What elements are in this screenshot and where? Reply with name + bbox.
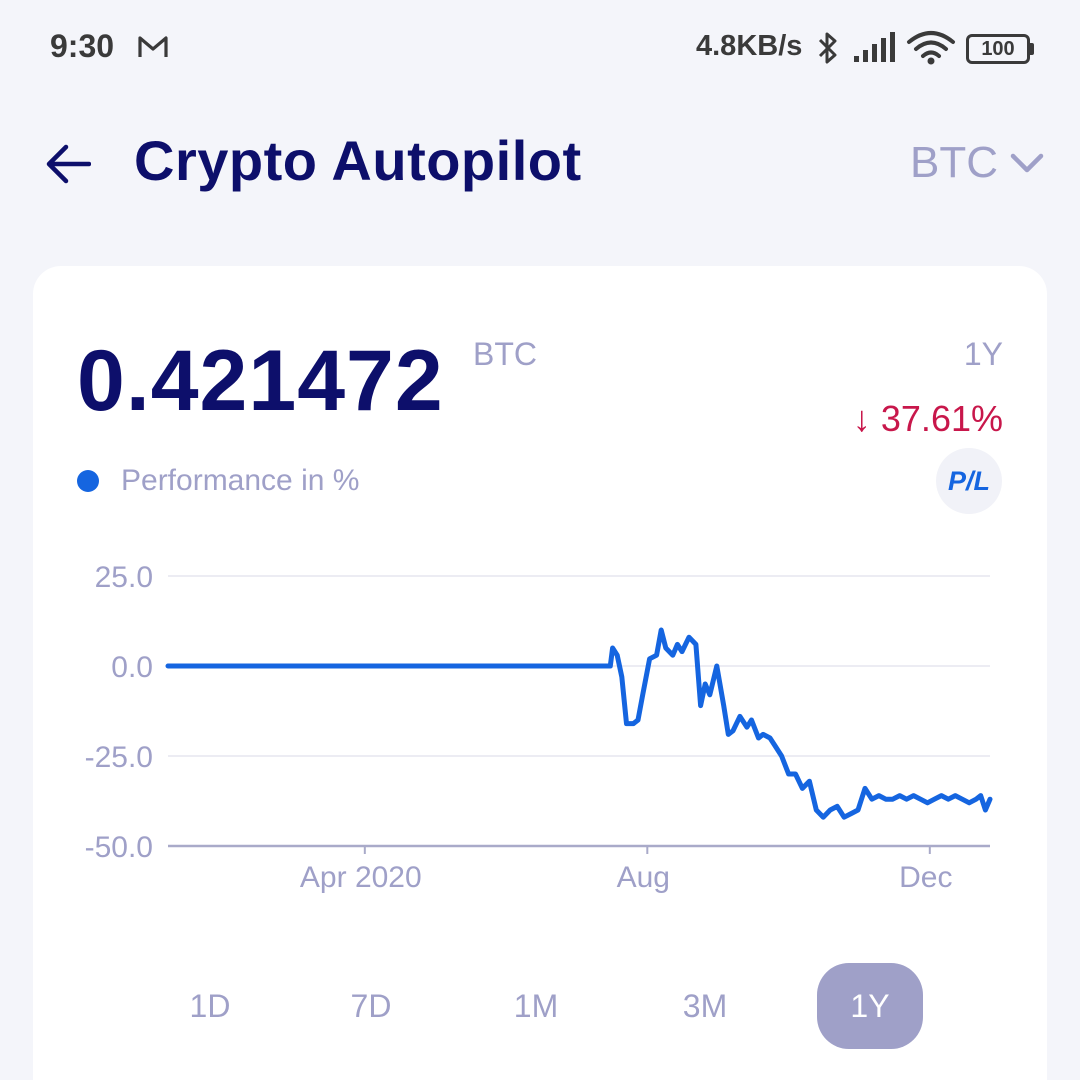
signal-icon (854, 32, 895, 62)
chart-legend: Performance in % (77, 464, 359, 498)
gmail-icon (138, 36, 168, 57)
range-tab-7d[interactable]: 7D (318, 963, 424, 1049)
y-tick-label: 0.0 (111, 651, 153, 684)
x-tick-label: Apr 2020 (300, 861, 422, 894)
currency-dropdown[interactable]: BTC (910, 138, 1044, 188)
chevron-down-icon (1010, 153, 1044, 173)
balance-unit: BTC (473, 336, 537, 372)
network-speed: 4.8KB/s (696, 30, 803, 62)
y-tick-label: -25.0 (85, 741, 153, 774)
back-button[interactable] (40, 136, 96, 192)
bluetooth-icon (818, 32, 837, 64)
status-bar: 9:30 4.8KB/s 100 (0, 0, 1080, 96)
range-tab-1d[interactable]: 1D (157, 963, 263, 1049)
battery-level: 100 (981, 38, 1015, 60)
arrow-left-icon (46, 144, 91, 184)
y-tick-label: -50.0 (85, 831, 153, 864)
wifi-icon (907, 31, 955, 65)
currency-label: BTC (910, 138, 998, 187)
legend-dot (77, 470, 99, 492)
range-tab-1y[interactable]: 1Y (817, 963, 923, 1049)
balance-value: 0.421472 (77, 333, 444, 429)
battery-nub (1030, 43, 1034, 55)
page-title: Crypto Autopilot (134, 129, 582, 192)
range-tab-1m[interactable]: 1M (483, 963, 589, 1049)
status-time: 9:30 (50, 28, 115, 64)
pl-toggle-button[interactable]: P/L (936, 448, 1002, 514)
performance-chart: 25.0 0.0 -25.0 -50.0 Apr 2020 Aug Dec (85, 561, 993, 894)
time-range-tabs: 1D 7D 1M 3M 1Y (33, 963, 1047, 1053)
y-tick-label: 25.0 (95, 561, 153, 594)
x-tick-label: Dec (899, 861, 952, 894)
battery-icon: 100 (966, 34, 1034, 64)
app-screen: 9:30 4.8KB/s 100 Crypto Autopilot BTC 0.… (0, 0, 1080, 1080)
performance-change: ↓ 37.61% (852, 398, 1003, 439)
period-label: 1Y (963, 336, 1003, 372)
x-tick-label: Aug (617, 861, 670, 894)
legend-label: Performance in % (121, 464, 360, 497)
performance-line (165, 627, 993, 820)
range-tab-3m[interactable]: 3M (652, 963, 758, 1049)
performance-card: 0.421472 BTC 1Y ↓ 37.61% Performance in … (33, 266, 1047, 1080)
pl-label: P/L (947, 465, 990, 496)
